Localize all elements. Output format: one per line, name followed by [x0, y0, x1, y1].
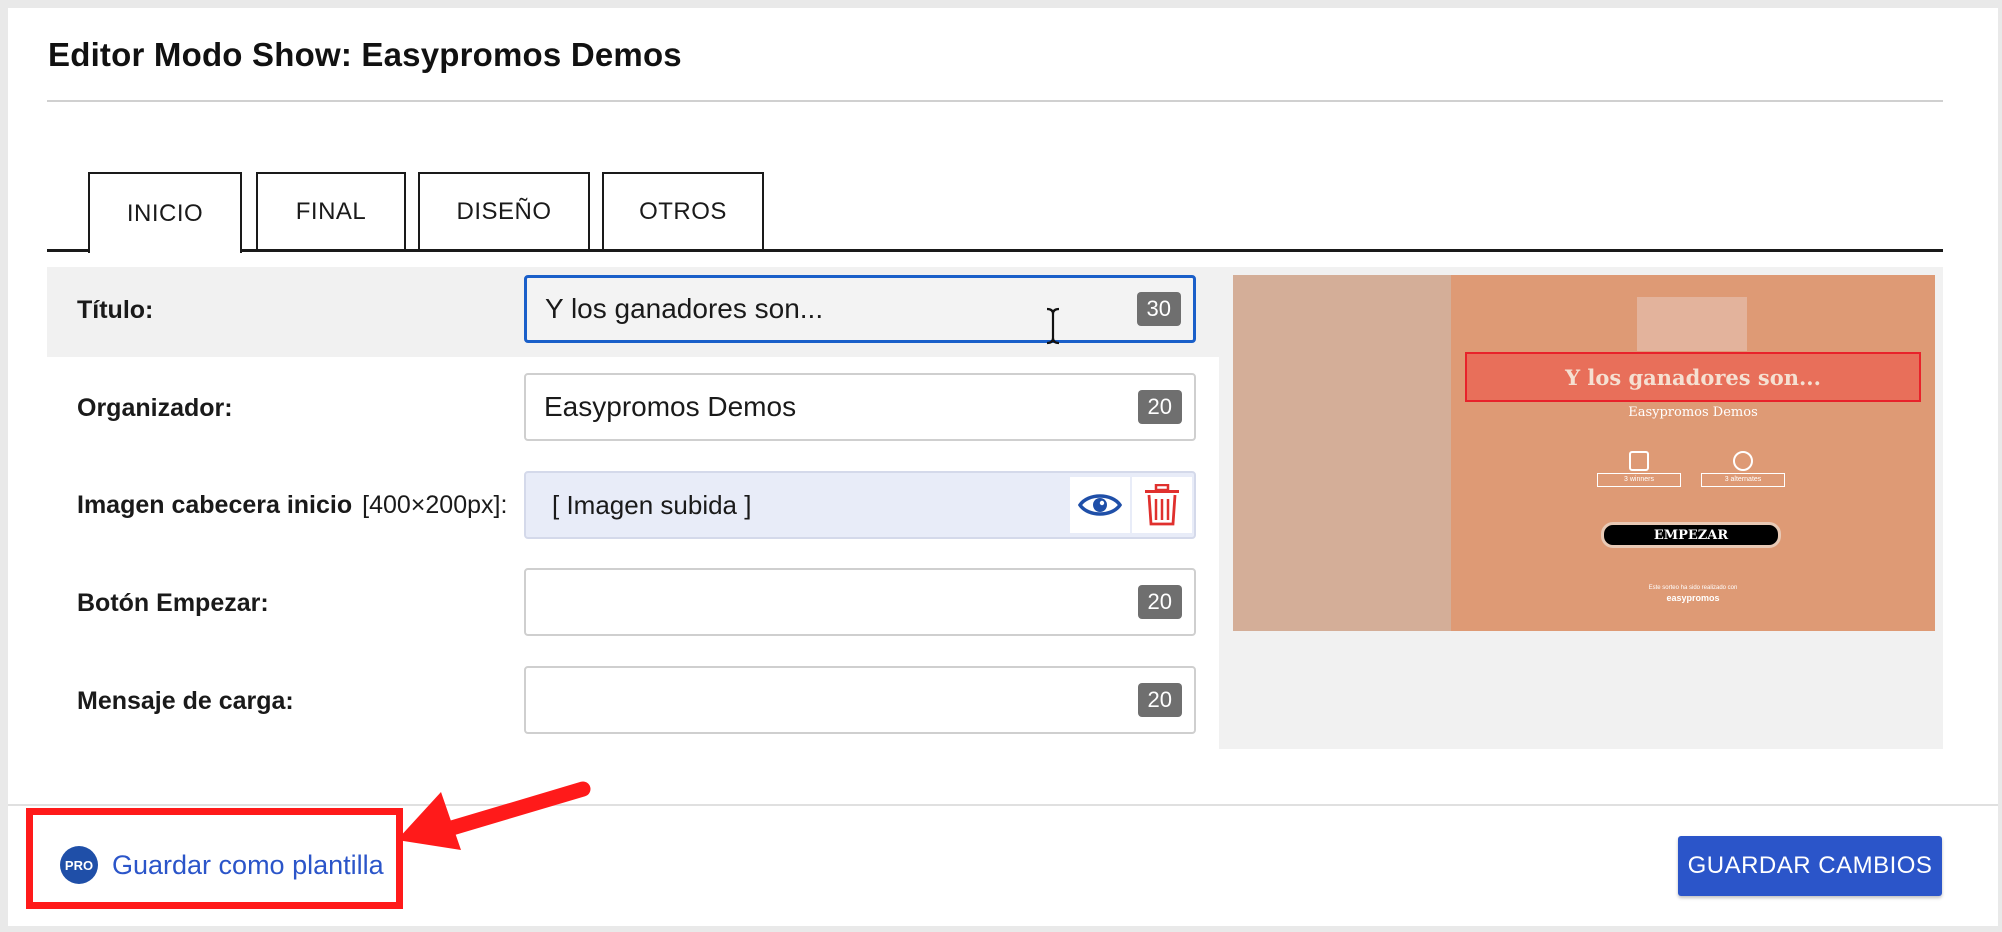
titulo-input[interactable]: Y los ganadores son... 30 [524, 275, 1196, 343]
text-cursor-icon [1046, 307, 1060, 345]
tab-final[interactable]: FINAL [256, 172, 406, 250]
preview-footer-text: Este sorteo ha sido realizado con [1648, 585, 1738, 591]
delete-image-button[interactable] [1132, 477, 1192, 533]
preview-header-image [1637, 297, 1747, 351]
tab-otros[interactable]: OTROS [602, 172, 764, 250]
tab-inicio[interactable]: INICIO [88, 172, 242, 253]
titulo-value[interactable]: Y los ganadores son... [527, 293, 1193, 325]
footer-divider [8, 804, 1998, 806]
preview-winners-stat: 3 winners [1597, 451, 1681, 487]
organizador-label: Organizador: [77, 394, 233, 422]
save-changes-button[interactable]: GUARDAR CAMBIOS [1678, 836, 1942, 896]
tabs-underline [47, 249, 1943, 252]
preview-image-button[interactable] [1070, 477, 1130, 533]
imagen-label-text: Imagen cabecera inicio [77, 491, 353, 519]
titulo-char-counter: 30 [1136, 292, 1181, 326]
preview-screen: Y los ganadores son... Easypromos Demos … [1233, 275, 1935, 631]
boton-label: Botón Empezar: [77, 589, 269, 617]
mensaje-carga-input[interactable]: 20 [524, 666, 1196, 734]
trophy-icon [1629, 451, 1649, 471]
organizador-value[interactable]: Easypromos Demos [526, 391, 1194, 423]
organizador-char-counter: 20 [1137, 390, 1182, 424]
preview-start-button: EMPEZAR [1601, 522, 1781, 548]
trash-icon [1145, 484, 1179, 526]
boton-char-counter: 20 [1137, 585, 1182, 619]
annotation-arrow-icon [397, 781, 591, 850]
user-icon [1733, 451, 1753, 471]
title-divider [47, 100, 1943, 102]
eye-icon [1078, 494, 1122, 516]
preview-alternates-stat: 3 alternates [1701, 451, 1785, 487]
preview-stat-1: 3 winners [1597, 473, 1681, 487]
titulo-label: Título: [77, 296, 154, 324]
preview-organizer: Easypromos Demos [1628, 405, 1758, 420]
annotation-highlight-box [26, 808, 403, 909]
organizador-input[interactable]: Easypromos Demos 20 [524, 373, 1196, 441]
preview-stat-2: 3 alternates [1701, 473, 1785, 487]
page-title: Editor Modo Show: Easypromos Demos [48, 36, 682, 73]
boton-empezar-input[interactable]: 20 [524, 568, 1196, 636]
mensaje-char-counter: 20 [1137, 683, 1182, 717]
imagen-label: Imagen cabecera inicio [400×200px]: [77, 491, 507, 520]
imagen-upload-field[interactable]: [ Imagen subida ] [524, 471, 1196, 539]
preview-brand-logo: easypromos [1666, 593, 1720, 603]
imagen-size-hint: [400×200px]: [362, 491, 508, 519]
tab-diseno[interactable]: DISEÑO [418, 172, 590, 250]
preview-title: Y los ganadores son... [1465, 352, 1921, 402]
mensaje-label: Mensaje de carga: [77, 687, 294, 715]
preview-content: Y los ganadores son... Easypromos Demos … [1451, 275, 1935, 631]
